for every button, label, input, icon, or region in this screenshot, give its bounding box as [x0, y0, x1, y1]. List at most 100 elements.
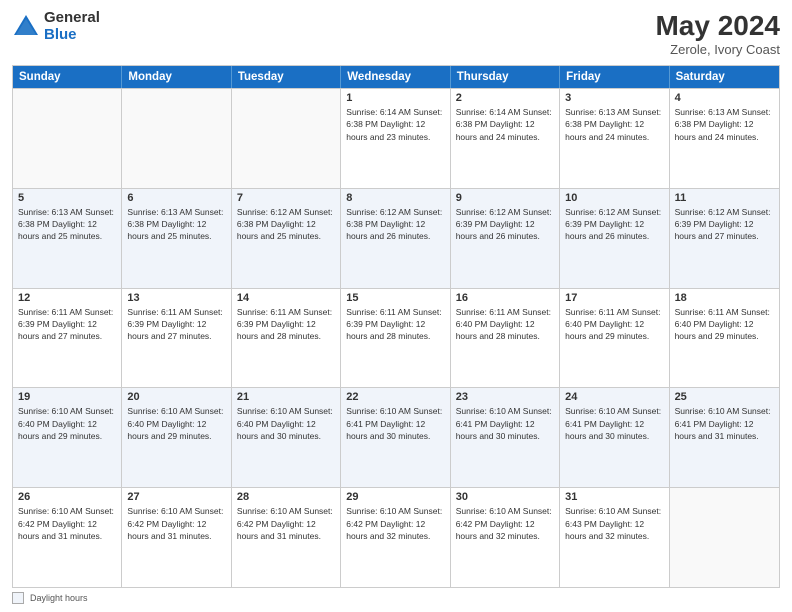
cal-cell: 11 Sunrise: 6:12 AM Sunset: 6:39 PM Dayli… — [670, 189, 779, 288]
title-block: May 2024 Zerole, Ivory Coast — [655, 10, 780, 57]
cal-cell: 22 Sunrise: 6:10 AM Sunset: 6:41 PM Dayli… — [341, 388, 450, 487]
day-info: Sunrise: 6:10 AM Sunset: 6:42 PM Dayligh… — [346, 505, 444, 542]
cal-cell — [670, 488, 779, 587]
day-info: Sunrise: 6:12 AM Sunset: 6:39 PM Dayligh… — [675, 206, 774, 243]
cal-cell: 16 Sunrise: 6:11 AM Sunset: 6:40 PM Dayli… — [451, 289, 560, 388]
cal-cell: 10 Sunrise: 6:12 AM Sunset: 6:39 PM Dayli… — [560, 189, 669, 288]
cal-header-thursday: Thursday — [451, 66, 560, 88]
day-info: Sunrise: 6:13 AM Sunset: 6:38 PM Dayligh… — [18, 206, 116, 243]
day-number: 24 — [565, 391, 663, 403]
cal-header-tuesday: Tuesday — [232, 66, 341, 88]
day-info: Sunrise: 6:11 AM Sunset: 6:39 PM Dayligh… — [237, 306, 335, 343]
day-number: 22 — [346, 391, 444, 403]
cal-cell: 30 Sunrise: 6:10 AM Sunset: 6:42 PM Dayli… — [451, 488, 560, 587]
cal-header-monday: Monday — [122, 66, 231, 88]
day-info: Sunrise: 6:12 AM Sunset: 6:39 PM Dayligh… — [565, 206, 663, 243]
day-number: 15 — [346, 292, 444, 304]
calendar-body: 1Sunrise: 6:14 AM Sunset: 6:38 PM Daylig… — [13, 88, 779, 587]
day-number: 7 — [237, 192, 335, 204]
page: General Blue May 2024 Zerole, Ivory Coas… — [0, 0, 792, 612]
cal-cell: 3 Sunrise: 6:13 AM Sunset: 6:38 PM Daylig… — [560, 89, 669, 188]
day-info: Sunrise: 6:12 AM Sunset: 6:38 PM Dayligh… — [346, 206, 444, 243]
cal-cell: 7 Sunrise: 6:12 AM Sunset: 6:38 PM Daylig… — [232, 189, 341, 288]
day-number: 21 — [237, 391, 335, 403]
day-info: Sunrise: 6:10 AM Sunset: 6:42 PM Dayligh… — [127, 505, 225, 542]
subtitle: Zerole, Ivory Coast — [655, 42, 780, 57]
day-number: 6 — [127, 192, 225, 204]
day-number: 16 — [456, 292, 554, 304]
cal-header-saturday: Saturday — [670, 66, 779, 88]
cal-cell — [232, 89, 341, 188]
day-number: 13 — [127, 292, 225, 304]
day-info: Sunrise: 6:13 AM Sunset: 6:38 PM Dayligh… — [127, 206, 225, 243]
day-info: Sunrise: 6:10 AM Sunset: 6:42 PM Dayligh… — [237, 505, 335, 542]
day-info: Sunrise: 6:10 AM Sunset: 6:41 PM Dayligh… — [565, 405, 663, 442]
cal-cell: 2Sunrise: 6:14 AM Sunset: 6:38 PM Daylig… — [451, 89, 560, 188]
day-info: Sunrise: 6:12 AM Sunset: 6:39 PM Dayligh… — [456, 206, 554, 243]
day-info: Sunrise: 6:10 AM Sunset: 6:40 PM Dayligh… — [237, 405, 335, 442]
day-info: Sunrise: 6:11 AM Sunset: 6:39 PM Dayligh… — [127, 306, 225, 343]
footer: Daylight hours — [12, 592, 780, 604]
cal-cell: 18 Sunrise: 6:11 AM Sunset: 6:40 PM Dayli… — [670, 289, 779, 388]
cal-week-3: 12 Sunrise: 6:11 AM Sunset: 6:39 PM Dayli… — [13, 288, 779, 388]
day-number: 1 — [346, 92, 444, 104]
day-info: Sunrise: 6:10 AM Sunset: 6:42 PM Dayligh… — [456, 505, 554, 542]
day-number: 26 — [18, 491, 116, 503]
day-number: 4 — [675, 92, 774, 104]
logo: General Blue — [12, 10, 100, 43]
cal-cell: 6 Sunrise: 6:13 AM Sunset: 6:38 PM Daylig… — [122, 189, 231, 288]
day-info: Sunrise: 6:11 AM Sunset: 6:39 PM Dayligh… — [346, 306, 444, 343]
day-number: 12 — [18, 292, 116, 304]
day-info: Sunrise: 6:13 AM Sunset: 6:38 PM Dayligh… — [565, 106, 663, 143]
day-number: 23 — [456, 391, 554, 403]
cal-cell: 28Sunrise: 6:10 AM Sunset: 6:42 PM Dayli… — [232, 488, 341, 587]
cal-week-5: 26 Sunrise: 6:10 AM Sunset: 6:42 PM Dayli… — [13, 487, 779, 587]
day-number: 14 — [237, 292, 335, 304]
cal-cell: 12Sunrise: 6:11 AM Sunset: 6:39 PM Dayli… — [13, 289, 122, 388]
cal-header-friday: Friday — [560, 66, 669, 88]
logo-icon — [12, 13, 40, 41]
day-info: Sunrise: 6:11 AM Sunset: 6:40 PM Dayligh… — [675, 306, 774, 343]
footer-label: Daylight hours — [30, 593, 88, 603]
day-info: Sunrise: 6:10 AM Sunset: 6:43 PM Dayligh… — [565, 505, 663, 542]
cal-cell — [122, 89, 231, 188]
header: General Blue May 2024 Zerole, Ivory Coas… — [12, 10, 780, 57]
cal-cell: 1Sunrise: 6:14 AM Sunset: 6:38 PM Daylig… — [341, 89, 450, 188]
day-number: 29 — [346, 491, 444, 503]
day-info: Sunrise: 6:12 AM Sunset: 6:38 PM Dayligh… — [237, 206, 335, 243]
day-number: 10 — [565, 192, 663, 204]
cal-cell: 14 Sunrise: 6:11 AM Sunset: 6:39 PM Dayli… — [232, 289, 341, 388]
cal-cell: 19Sunrise: 6:10 AM Sunset: 6:40 PM Dayli… — [13, 388, 122, 487]
cal-cell: 5 Sunrise: 6:13 AM Sunset: 6:38 PM Daylig… — [13, 189, 122, 288]
day-info: Sunrise: 6:10 AM Sunset: 6:41 PM Dayligh… — [346, 405, 444, 442]
day-number: 30 — [456, 491, 554, 503]
day-number: 17 — [565, 292, 663, 304]
cal-cell: 17 Sunrise: 6:11 AM Sunset: 6:40 PM Dayli… — [560, 289, 669, 388]
day-number: 2 — [456, 92, 554, 104]
cal-cell: 20Sunrise: 6:10 AM Sunset: 6:40 PM Dayli… — [122, 388, 231, 487]
day-number: 5 — [18, 192, 116, 204]
cal-cell: 29 Sunrise: 6:10 AM Sunset: 6:42 PM Dayli… — [341, 488, 450, 587]
day-info: Sunrise: 6:11 AM Sunset: 6:40 PM Dayligh… — [565, 306, 663, 343]
logo-text: General Blue — [44, 10, 100, 43]
cal-cell: 31Sunrise: 6:10 AM Sunset: 6:43 PM Dayli… — [560, 488, 669, 587]
cal-header-wednesday: Wednesday — [341, 66, 450, 88]
cal-week-4: 19Sunrise: 6:10 AM Sunset: 6:40 PM Dayli… — [13, 387, 779, 487]
calendar-header-row: SundayMondayTuesdayWednesdayThursdayFrid… — [13, 66, 779, 88]
day-info: Sunrise: 6:11 AM Sunset: 6:40 PM Dayligh… — [456, 306, 554, 343]
cal-cell: 15 Sunrise: 6:11 AM Sunset: 6:39 PM Dayli… — [341, 289, 450, 388]
day-number: 18 — [675, 292, 774, 304]
cal-week-1: 1Sunrise: 6:14 AM Sunset: 6:38 PM Daylig… — [13, 88, 779, 188]
footer-box — [12, 592, 24, 604]
main-title: May 2024 — [655, 10, 780, 42]
day-number: 11 — [675, 192, 774, 204]
cal-cell: 27Sunrise: 6:10 AM Sunset: 6:42 PM Dayli… — [122, 488, 231, 587]
cal-week-2: 5 Sunrise: 6:13 AM Sunset: 6:38 PM Daylig… — [13, 188, 779, 288]
day-number: 8 — [346, 192, 444, 204]
cal-header-sunday: Sunday — [13, 66, 122, 88]
cal-cell: 13 Sunrise: 6:11 AM Sunset: 6:39 PM Dayli… — [122, 289, 231, 388]
day-number: 3 — [565, 92, 663, 104]
cal-cell: 26Sunrise: 6:10 AM Sunset: 6:42 PM Dayli… — [13, 488, 122, 587]
cal-cell: 8 Sunrise: 6:12 AM Sunset: 6:38 PM Daylig… — [341, 189, 450, 288]
day-info: Sunrise: 6:10 AM Sunset: 6:40 PM Dayligh… — [18, 405, 116, 442]
